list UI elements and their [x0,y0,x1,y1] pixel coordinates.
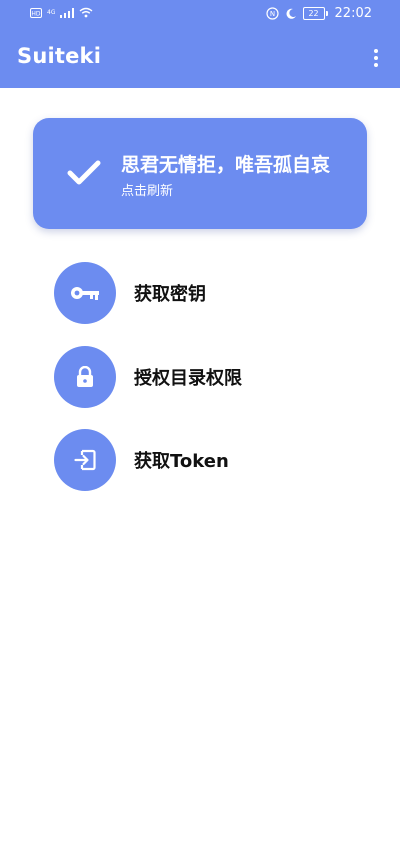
svg-text:HD: HD [31,10,41,17]
clock: 22:02 [334,6,372,21]
status-card-subtitle: 点击刷新 [121,184,174,199]
action-label: 获取Token [134,451,229,472]
status-bar: HD 4G N 22 22:02 [0,0,400,28]
hd-icon: HD [30,7,42,18]
action-authorize-directory[interactable]: 授权目录权限 [54,346,354,408]
signal-4g-icon: 4G [47,8,55,18]
battery-icon: 22 [302,7,328,20]
battery-level: 22 [308,9,319,18]
lock-icon [54,346,116,408]
wifi-icon [79,7,93,18]
login-icon [54,429,116,491]
app-bar: HD 4G N 22 22:02 Suiteki [0,0,400,88]
signal-bars-icon [60,7,74,18]
action-label: 获取密钥 [134,284,206,305]
status-card[interactable]: 思君无情拒，唯吾孤自哀 点击刷新 [33,118,367,229]
svg-text:N: N [269,10,274,18]
action-get-key[interactable]: 获取密钥 [54,262,354,324]
key-icon [54,262,116,324]
action-label: 授权目录权限 [134,368,242,389]
status-left-icons: HD 4G [30,7,93,18]
status-right-icons: N 22 22:02 [265,6,372,21]
app-title: Suiteki [17,44,102,68]
checkmark-icon [67,160,101,185]
status-card-title: 思君无情拒，唯吾孤自哀 [121,154,331,176]
svg-text:4G: 4G [47,9,55,16]
moon-icon [285,8,297,20]
nfc-icon: N [265,7,279,20]
more-vert-icon[interactable] [364,44,388,72]
action-get-token[interactable]: 获取Token [54,429,354,491]
